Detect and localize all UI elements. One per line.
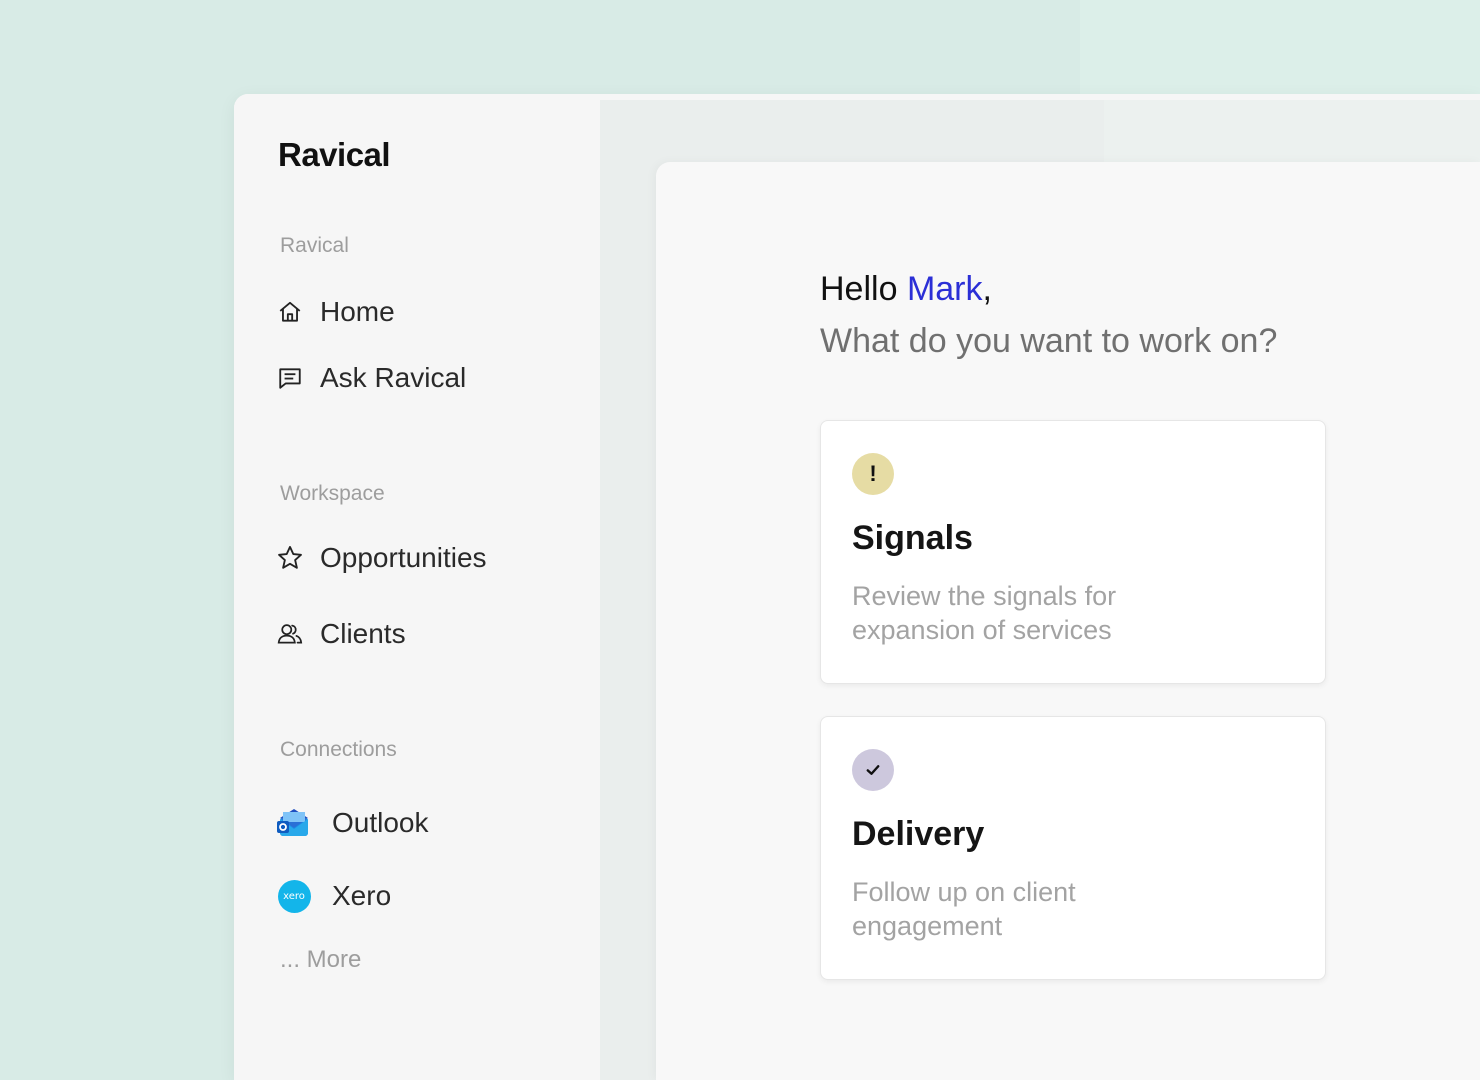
more-connections-link[interactable]: ... More [280,946,361,974]
app-window: Ravical Ravical Home Ask Ravical Workspa… [234,94,1480,1080]
sidebar-item-home[interactable]: Home [276,292,395,332]
sidebar-item-clients[interactable]: Clients [276,614,406,654]
sidebar-item-ask-ravical[interactable]: Ask Ravical [276,358,466,398]
greeting-prefix: Hello [820,270,907,308]
connection-xero[interactable]: xero Xero [276,876,391,916]
section-label-workspace: Workspace [280,482,385,505]
section-label-connections: Connections [280,738,397,761]
users-icon [276,620,304,648]
main-area: Hello Mark, What do you want to work on?… [600,100,1480,1080]
app-logo[interactable]: Ravical [278,136,391,174]
sidebar-item-label: Clients [320,618,406,649]
top-strip [1104,100,1480,162]
card-description: Follow up on client engagement [852,877,1076,941]
xero-logo-text: xero [277,879,311,913]
section-label-ravical: Ravical [280,234,349,257]
xero-icon: xero [276,878,312,914]
card-title: Delivery [852,815,985,853]
star-icon [276,544,304,572]
sidebar-item-label: Xero [332,880,392,911]
card-delivery[interactable]: Delivery Follow up on client engagement [820,716,1326,980]
card-title: Signals [852,519,973,557]
prompt-question: What do you want to work on? [820,322,1278,360]
card-description: Review the signals for expansion of serv… [852,581,1117,645]
user-name: Mark [906,270,983,308]
sidebar-item-label: Opportunities [320,542,487,573]
greeting: Hello Mark, [820,270,992,309]
check-icon [852,749,894,791]
sidebar-item-label: Ask Ravical [320,362,467,393]
sidebar-item-label: Outlook [332,807,429,838]
chat-icon [276,364,304,392]
greeting-suffix: , [982,270,992,308]
content-panel: Hello Mark, What do you want to work on?… [656,162,1480,1080]
sidebar-item-opportunities[interactable]: Opportunities [276,538,487,578]
sidebar: Ravical Ravical Home Ask Ravical Workspa… [234,94,600,1080]
home-icon [276,298,304,326]
alert-icon: ! [852,453,894,495]
connection-outlook[interactable]: Outlook [276,803,429,843]
sidebar-item-label: Home [320,296,395,327]
card-signals[interactable]: ! Signals Review the signals for expansi… [820,420,1326,684]
outlook-icon [276,805,312,841]
